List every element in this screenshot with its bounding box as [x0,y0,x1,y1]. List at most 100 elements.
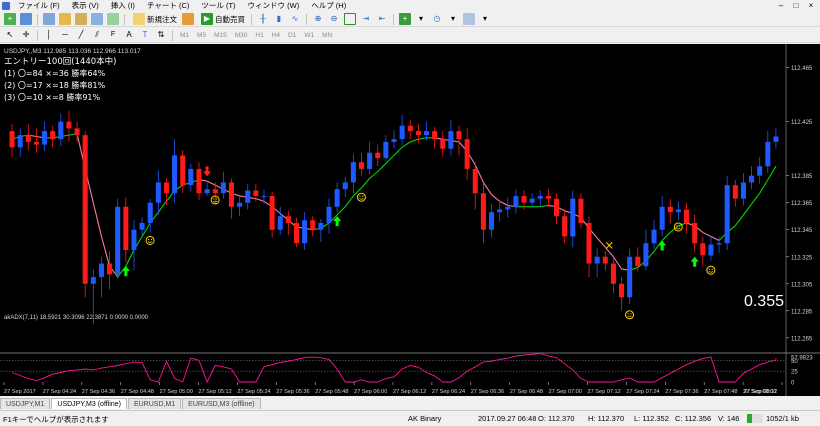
candle-body [302,220,308,244]
time-axis: 27 Sep 2017 27 Sep 04:24 27 Sep 04:36 27 Se… [3,382,783,395]
candle-body [9,131,15,148]
candle-body [391,139,397,142]
candle-body [480,193,486,230]
candle-body [147,202,153,223]
indicators-icon[interactable]: + [399,13,411,25]
candle-body [667,206,673,213]
tab-eurusd-m1[interactable]: EURUSD,M1 [127,398,182,409]
timeframe-h4[interactable]: H4 [272,32,280,39]
candle-body [610,263,616,284]
trendline-icon[interactable]: ╱ [75,29,87,41]
menu-view[interactable]: 表示 (V) [66,0,105,12]
vertical-line-icon[interactable]: │ [43,29,55,41]
crosshair-icon[interactable]: ✛ [20,29,32,41]
candle-body [586,222,592,264]
candle-body [139,222,145,230]
dropdown-arrow-icon[interactable]: ▾ [479,13,491,25]
text-icon[interactable]: A [123,29,135,41]
menu-bar: ファイル (F) 表示 (V) 挿入 (I) チャート (C) ツール (T) … [0,0,820,12]
minimize-button[interactable]: – [776,0,786,12]
zoom-in-icon[interactable]: ⊕ [312,13,324,25]
timeframe-m1[interactable]: M1 [180,32,189,39]
timeframe-w1[interactable]: W1 [304,32,314,39]
time-tick-label: 27 Sep 07:12 [588,389,621,395]
candle-body [627,256,633,298]
price-tick-label: 112.365 [791,201,813,207]
candle-body [172,155,178,194]
cursor-icon[interactable]: ↖ [4,29,16,41]
toolbar-separator [37,29,38,41]
toolbar-separator [393,13,394,25]
menu-insert[interactable]: 挿入 (I) [105,0,141,12]
entry-summary: エントリー100回(1440本中) [4,56,117,67]
bar-close: C: 112.356 [675,414,712,423]
candle-body [464,139,470,169]
candle-body [749,175,755,183]
close-button[interactable]: × [806,0,816,12]
candle-body [358,162,365,169]
timeframe-d1[interactable]: D1 [288,32,296,39]
menu-charts[interactable]: チャート (C) [141,0,195,12]
candle-body [367,152,373,169]
price-tick-label: 112.285 [791,309,813,315]
candlestick-icon[interactable]: ▮ [273,13,285,25]
menu-window[interactable]: ウィンドウ (W) [242,0,306,12]
candle-body [245,190,251,203]
chart-shift-icon[interactable]: ⇤ [376,13,388,25]
line-chart-icon[interactable]: ∿ [289,13,301,25]
candle-body [643,243,649,267]
navigator-icon[interactable] [75,13,87,25]
bar-chart-icon[interactable]: ╫ [257,13,269,25]
timeframe-m30[interactable]: M30 [235,32,248,39]
candle-body [123,206,129,250]
channel-icon[interactable]: ⫽ [91,29,103,41]
terminal-icon[interactable] [91,13,103,25]
templates-icon[interactable] [463,13,475,25]
periodicity-icon[interactable]: ◷ [431,13,443,25]
tile-windows-icon[interactable] [344,13,356,25]
arrows-icon[interactable]: ⇅ [155,29,167,41]
time-tick-label: 27 Sep 04:48 [121,389,154,395]
timeframe-m15[interactable]: M15 [214,32,227,39]
tab-usdjpy-m3-offline[interactable]: USDJPY,M3 (offline) [51,398,127,409]
candle-body [115,206,121,275]
candle-body [375,152,381,159]
horizontal-line-icon[interactable]: ─ [59,29,71,41]
indicator-scale-label: 50 [791,359,798,365]
timeframe-h1[interactable]: H1 [255,32,263,39]
menu-tools[interactable]: ツール (T) [195,0,241,12]
time-tick-label: 27 Sep 05:12 [199,389,232,395]
candle [724,175,730,250]
profiles-icon[interactable] [20,13,32,25]
auto-scroll-icon[interactable]: ⇥ [360,13,372,25]
candle-body [74,128,80,136]
candle-body [58,121,64,140]
label-icon[interactable]: T [139,29,151,41]
market-watch-icon[interactable] [43,13,55,25]
bar-volume: V: 146 [718,414,740,423]
menu-help[interactable]: ヘルプ (H) [305,0,352,12]
chart-window[interactable]: 112.465 112.425 112.385 112.365 112.345 112.3… [0,44,820,396]
new-chart-icon[interactable]: + [4,13,16,25]
price-chart[interactable]: 112.465 112.425 112.385 112.365 112.345 112.3… [0,44,820,396]
fibonacci-icon[interactable]: F [107,29,119,41]
menu-file[interactable]: ファイル (F) [12,0,66,12]
candle-body [570,198,576,237]
new-order-button[interactable]: 新規注文 [131,13,177,25]
tab-eurusd-m3-offline[interactable]: EURUSD,M3 (offline) [182,398,261,409]
metaeditor-icon[interactable] [182,13,194,25]
tab-usdjpy-m1[interactable]: USDJPY,M1 [0,398,51,409]
restore-button[interactable]: □ [791,0,801,12]
timeframe-mn[interactable]: MN [322,32,332,39]
auto-trading-button[interactable]: ▶ 自動売買 [199,13,245,25]
time-tick-label: 27 Sep 06:36 [471,389,504,395]
dropdown-arrow-icon[interactable]: ▾ [447,13,459,25]
timeframe-m5[interactable]: M5 [197,32,206,39]
data-window-icon[interactable] [59,13,71,25]
strategy-tester-icon[interactable] [107,13,119,25]
candle-body [82,135,88,284]
result-line-1: (1) 〇=84 ×=36 勝率64% [4,68,106,78]
candle-body [619,283,625,298]
zoom-out-icon[interactable]: ⊖ [328,13,340,25]
dropdown-arrow-icon[interactable]: ▾ [415,13,427,25]
